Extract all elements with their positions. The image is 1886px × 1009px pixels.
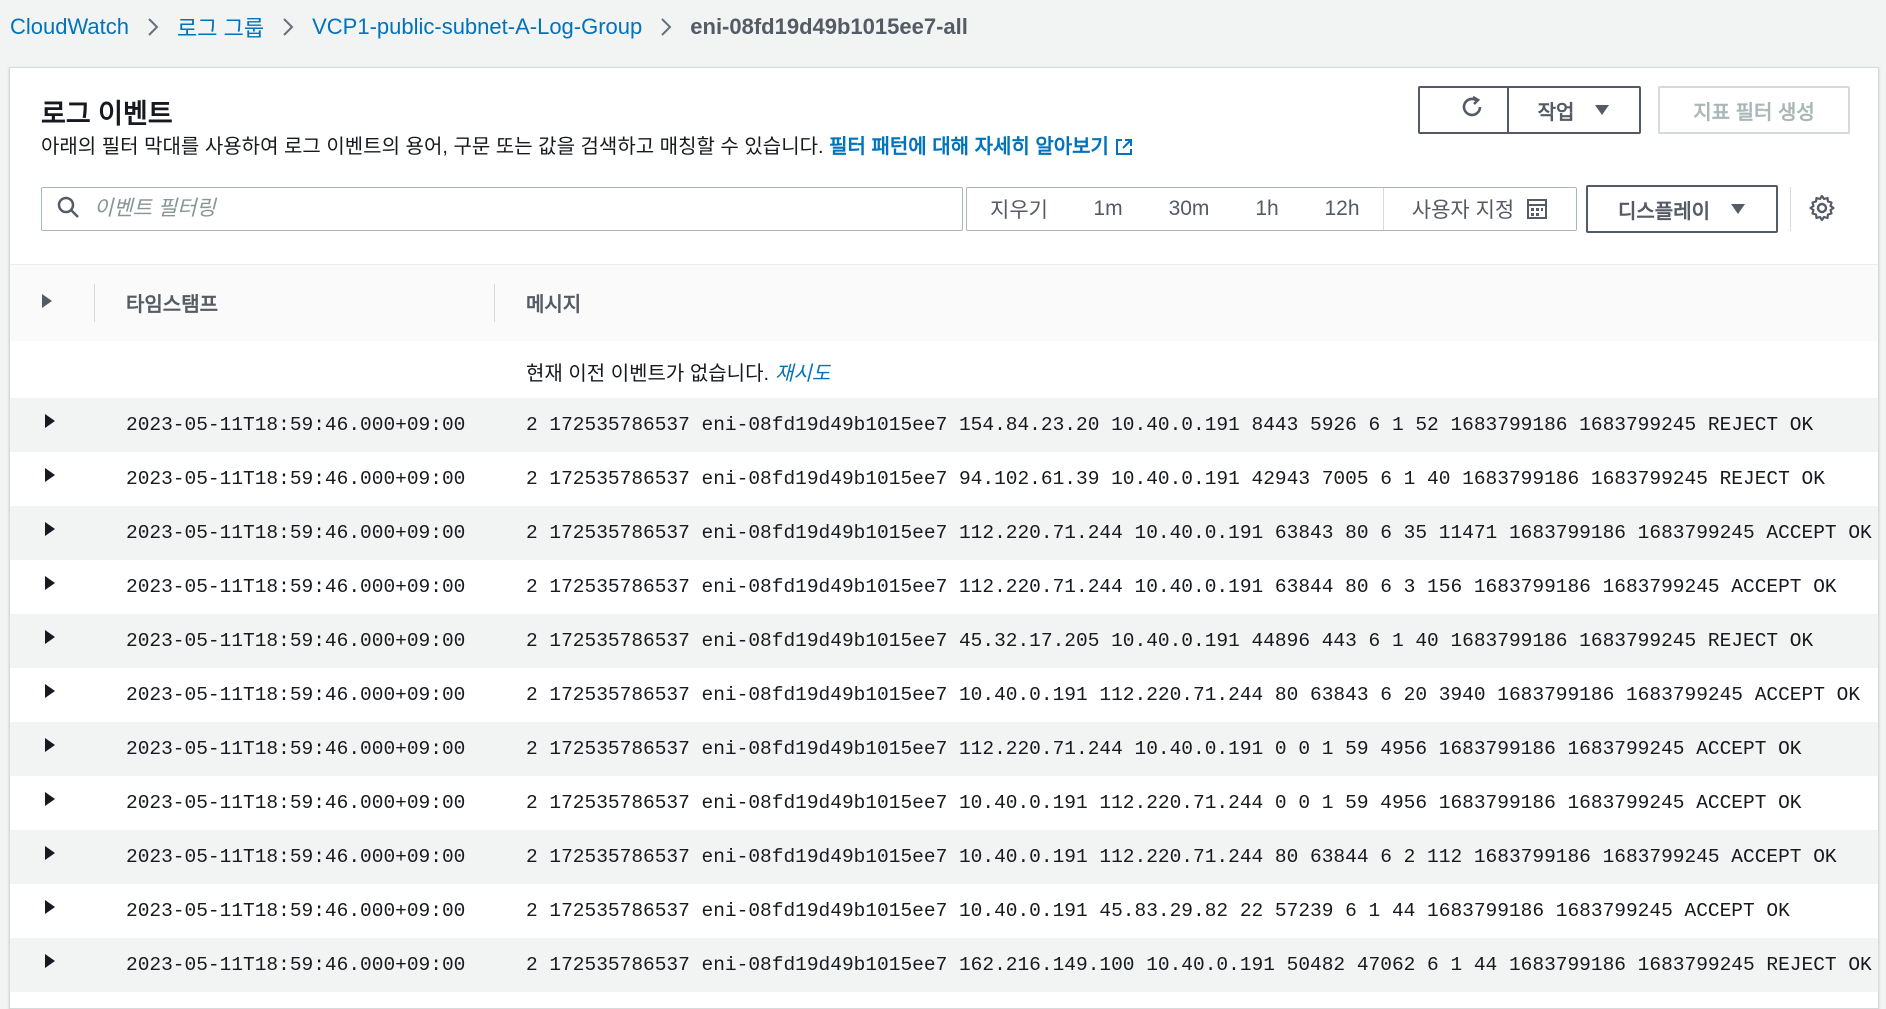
row-timestamp: 2023-05-11T18:59:46.000+09:00	[126, 684, 466, 706]
search-icon	[56, 195, 80, 224]
row-timestamp: 2023-05-11T18:59:46.000+09:00	[126, 630, 466, 652]
caret-down-icon	[1730, 203, 1746, 215]
settings-gear-icon[interactable]	[1808, 194, 1836, 227]
row-timestamp: 2023-05-11T18:59:46.000+09:00	[126, 468, 466, 490]
row-message: 2 172535786537 eni-08fd19d49b1015ee7 162…	[526, 954, 1872, 976]
table-row[interactable]: 2023-05-11T18:59:46.000+09:00 2 17253578…	[10, 776, 1878, 830]
external-link-icon	[1115, 138, 1133, 162]
column-separator	[94, 284, 95, 322]
expand-row-icon[interactable]	[43, 521, 57, 543]
actions-label: 작업	[1537, 101, 1575, 124]
learn-more-link[interactable]: 필터 패턴에 대해 자세히 알아보기	[829, 136, 1133, 158]
expand-row-icon[interactable]	[43, 683, 57, 705]
expand-row-icon[interactable]	[43, 467, 57, 489]
actions-button[interactable]: 작업	[1507, 86, 1641, 134]
breadcrumb-log-groups[interactable]: 로그 그룹	[177, 11, 264, 43]
expand-row-icon[interactable]	[43, 413, 57, 435]
refresh-icon	[1459, 94, 1485, 126]
log-event-rows: 2023-05-11T18:59:46.000+09:00 2 17253578…	[10, 398, 1878, 992]
row-timestamp: 2023-05-11T18:59:46.000+09:00	[126, 846, 466, 868]
expand-row-icon[interactable]	[43, 575, 57, 597]
retry-link[interactable]: 재시도	[775, 363, 830, 385]
table-row[interactable]: 2023-05-11T18:59:46.000+09:00 2 17253578…	[10, 830, 1878, 884]
row-message: 2 172535786537 eni-08fd19d49b1015ee7 10.…	[526, 684, 1861, 706]
column-header-timestamp[interactable]: 타임스탬프	[126, 288, 218, 317]
table-row[interactable]: 2023-05-11T18:59:46.000+09:00 2 17253578…	[10, 452, 1878, 506]
row-timestamp: 2023-05-11T18:59:46.000+09:00	[126, 954, 466, 976]
display-label: 디스플레이	[1618, 200, 1710, 223]
expand-row-icon[interactable]	[43, 845, 57, 867]
column-header-message[interactable]: 메시지	[526, 288, 581, 317]
expand-row-icon[interactable]	[43, 629, 57, 651]
display-button[interactable]: 디스플레이	[1586, 185, 1778, 233]
table-header: 타임스탬프 메시지	[10, 264, 1878, 342]
time-range-1m[interactable]: 1m	[1071, 188, 1145, 230]
custom-time-range-button[interactable]: 사용자 지정	[1384, 188, 1576, 230]
calendar-icon	[1526, 198, 1548, 220]
row-message: 2 172535786537 eni-08fd19d49b1015ee7 10.…	[526, 846, 1837, 868]
chevron-right-icon	[147, 17, 159, 37]
time-range-30m[interactable]: 30m	[1145, 188, 1233, 230]
learn-more-label: 필터 패턴에 대해 자세히 알아보기	[829, 136, 1109, 158]
create-metric-filter-label: 지표 필터 생성	[1693, 101, 1815, 124]
row-message: 2 172535786537 eni-08fd19d49b1015ee7 112…	[526, 738, 1802, 760]
description-text: 아래의 필터 막대를 사용하여 로그 이벤트의 용어, 구문 또는 값을 검색하…	[41, 136, 824, 158]
expand-row-icon[interactable]	[43, 737, 57, 759]
page-title: 로그 이벤트	[41, 99, 173, 129]
time-range-12h[interactable]: 12h	[1301, 188, 1383, 230]
event-filter-input[interactable]	[92, 196, 916, 222]
time-range-selector: 지우기 1m 30m 1h 12h 사용자 지정	[966, 187, 1577, 231]
row-message: 2 172535786537 eni-08fd19d49b1015ee7 112…	[526, 576, 1837, 598]
chevron-right-icon	[282, 17, 294, 37]
breadcrumb-log-group[interactable]: VCP1-public-subnet-A-Log-Group	[312, 14, 642, 40]
page-description: 아래의 필터 막대를 사용하여 로그 이벤트의 용어, 구문 또는 값을 검색하…	[41, 130, 1133, 162]
row-timestamp: 2023-05-11T18:59:46.000+09:00	[126, 792, 466, 814]
custom-time-range-label: 사용자 지정	[1411, 199, 1515, 222]
toolbar-divider	[1790, 187, 1791, 231]
event-filter-field[interactable]	[41, 187, 963, 231]
table-row[interactable]: 2023-05-11T18:59:46.000+09:00 2 17253578…	[10, 560, 1878, 614]
row-timestamp: 2023-05-11T18:59:46.000+09:00	[126, 522, 466, 544]
row-timestamp: 2023-05-11T18:59:46.000+09:00	[126, 738, 466, 760]
create-metric-filter-button[interactable]: 지표 필터 생성	[1658, 86, 1850, 134]
table-row[interactable]: 2023-05-11T18:59:46.000+09:00 2 17253578…	[10, 398, 1878, 452]
row-message: 2 172535786537 eni-08fd19d49b1015ee7 45.…	[526, 630, 1814, 652]
row-message: 2 172535786537 eni-08fd19d49b1015ee7 94.…	[526, 468, 1825, 490]
no-previous-events-text: 현재 이전 이벤트가 없습니다.	[526, 363, 770, 385]
table-row[interactable]: 2023-05-11T18:59:46.000+09:00 2 17253578…	[10, 884, 1878, 938]
row-timestamp: 2023-05-11T18:59:46.000+09:00	[126, 900, 466, 922]
breadcrumb-cloudwatch[interactable]: CloudWatch	[10, 14, 129, 40]
expand-all-icon[interactable]	[40, 293, 54, 314]
row-message: 2 172535786537 eni-08fd19d49b1015ee7 10.…	[526, 900, 1790, 922]
no-previous-events-row: 현재 이전 이벤트가 없습니다. 재시도	[10, 341, 1878, 398]
table-row[interactable]: 2023-05-11T18:59:46.000+09:00 2 17253578…	[10, 722, 1878, 776]
row-timestamp: 2023-05-11T18:59:46.000+09:00	[126, 414, 466, 436]
row-message: 2 172535786537 eni-08fd19d49b1015ee7 112…	[526, 522, 1872, 544]
table-row[interactable]: 2023-05-11T18:59:46.000+09:00 2 17253578…	[10, 506, 1878, 560]
table-row[interactable]: 2023-05-11T18:59:46.000+09:00 2 17253578…	[10, 614, 1878, 668]
table-row[interactable]: 2023-05-11T18:59:46.000+09:00 2 17253578…	[10, 938, 1878, 992]
row-message: 2 172535786537 eni-08fd19d49b1015ee7 154…	[526, 414, 1814, 436]
column-separator	[494, 284, 495, 322]
no-previous-events-message: 현재 이전 이벤트가 없습니다. 재시도	[526, 357, 830, 386]
log-events-panel: 로그 이벤트 아래의 필터 막대를 사용하여 로그 이벤트의 용어, 구문 또는…	[9, 67, 1879, 1009]
table-row[interactable]: 2023-05-11T18:59:46.000+09:00 2 17253578…	[10, 668, 1878, 722]
time-range-1h[interactable]: 1h	[1233, 188, 1301, 230]
row-message: 2 172535786537 eni-08fd19d49b1015ee7 10.…	[526, 792, 1802, 814]
expand-row-icon[interactable]	[43, 791, 57, 813]
caret-down-icon	[1594, 104, 1610, 116]
breadcrumb-current: eni-08fd19d49b1015ee7-all	[690, 14, 968, 39]
expand-row-icon[interactable]	[43, 899, 57, 921]
row-timestamp: 2023-05-11T18:59:46.000+09:00	[126, 576, 466, 598]
breadcrumb: CloudWatch 로그 그룹 VCP1-public-subnet-A-Lo…	[10, 8, 968, 46]
expand-row-icon[interactable]	[43, 953, 57, 975]
chevron-right-icon	[660, 17, 672, 37]
clear-time-range-button[interactable]: 지우기	[967, 188, 1071, 230]
